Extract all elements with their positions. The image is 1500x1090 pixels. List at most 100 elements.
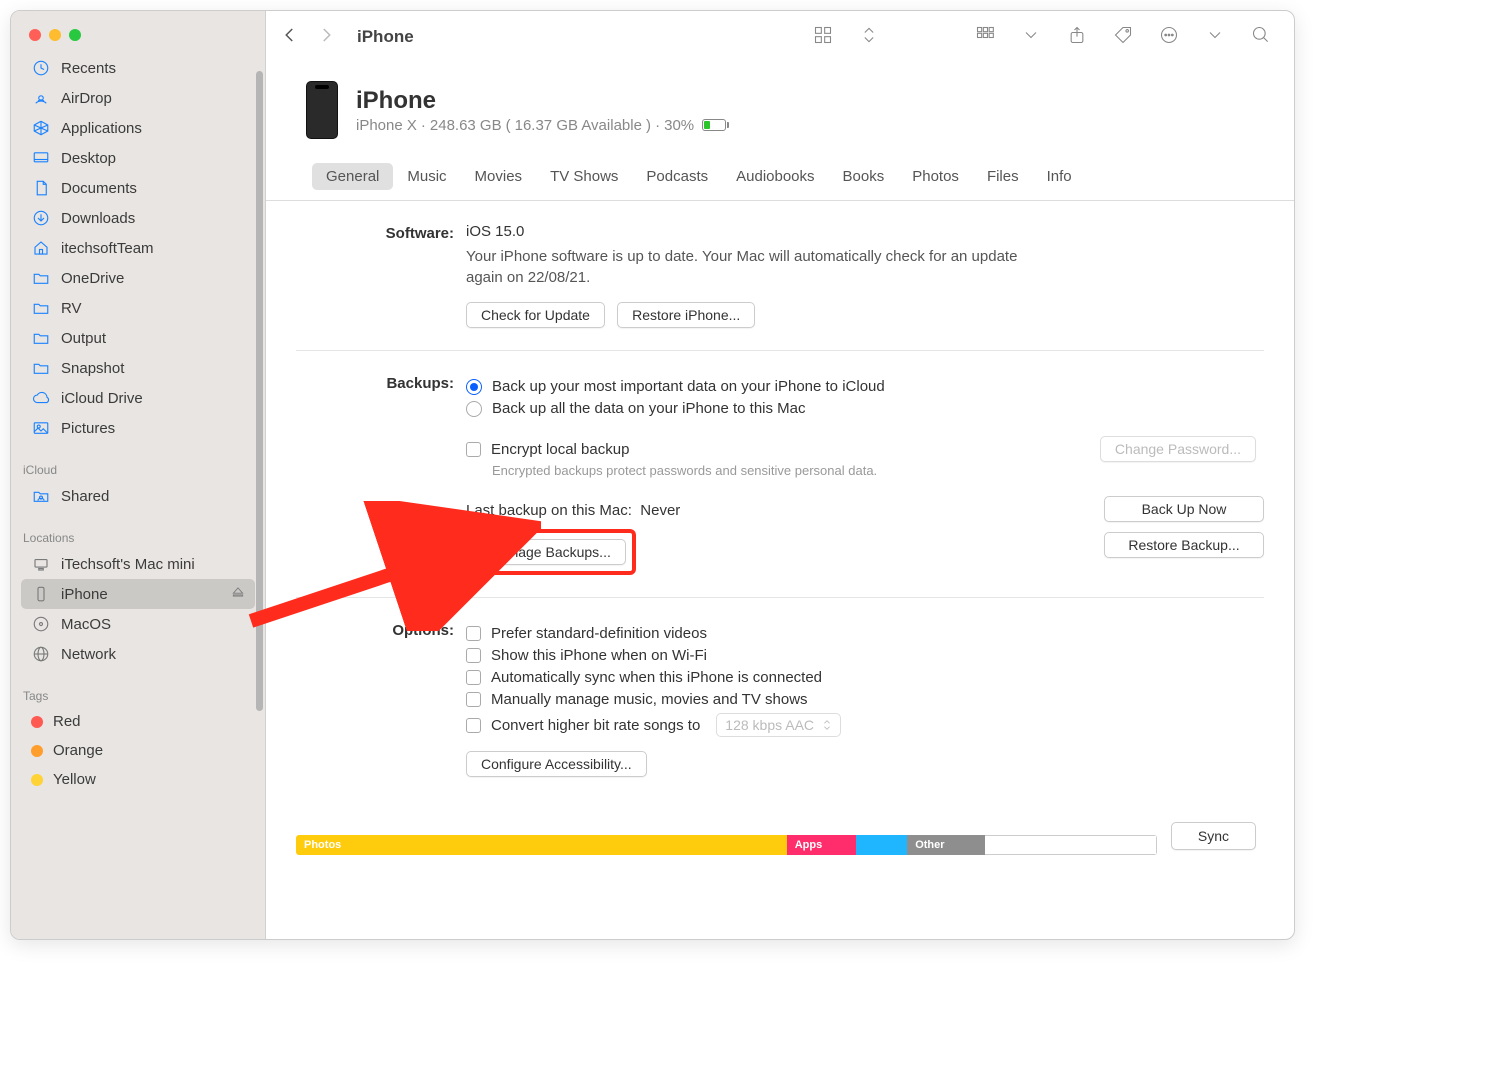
sidebar-item-network[interactable]: Network — [21, 639, 255, 669]
last-backup-text: Last backup on this Mac: Never — [466, 502, 1084, 519]
cloud-icon — [31, 389, 51, 407]
encrypt-checkbox[interactable]: Encrypt local backup — [466, 441, 1100, 458]
zoom-window-button[interactable] — [69, 29, 81, 41]
nav-forward-button[interactable] — [317, 26, 335, 47]
clock-icon — [31, 59, 51, 77]
tab-photos[interactable]: Photos — [898, 163, 973, 190]
software-version: iOS 15.0 — [466, 223, 1264, 240]
finder-window: Recents AirDrop Applications Desktop Documen… — [10, 10, 1295, 940]
tab-files[interactable]: Files — [973, 163, 1033, 190]
eject-icon[interactable] — [231, 585, 245, 603]
tab-general[interactable]: General — [312, 163, 393, 190]
disk-icon — [31, 615, 51, 633]
option-checkbox-0[interactable]: Prefer standard-definition videos — [466, 625, 1264, 642]
sidebar-item-output[interactable]: Output — [21, 323, 255, 353]
sidebar-item-macos[interactable]: MacOS — [21, 609, 255, 639]
checkbox-icon — [466, 626, 481, 641]
sidebar-item-snapshot[interactable]: Snapshot — [21, 353, 255, 383]
tag-red[interactable]: Red — [21, 707, 255, 736]
backup-now-button[interactable]: Back Up Now — [1104, 496, 1264, 522]
toolbar-title: iPhone — [357, 27, 414, 47]
device-subtitle: iPhone X · 248.63 GB (16.37 GB Available… — [356, 117, 729, 134]
sidebar-item-applications[interactable]: Applications — [21, 113, 255, 143]
sidebar-item-label: Recents — [61, 60, 116, 77]
phone-icon — [31, 585, 51, 603]
checkbox-icon — [466, 442, 481, 457]
tab-info[interactable]: Info — [1033, 163, 1086, 190]
chevron-down-icon[interactable] — [1013, 25, 1049, 48]
encrypt-hint: Encrypted backups protect passwords and … — [492, 463, 1100, 478]
sidebar-item-itechsoftteam[interactable]: itechsoftTeam — [21, 233, 255, 263]
sidebar-item-label: Output — [61, 330, 106, 347]
check-update-button[interactable]: Check for Update — [466, 302, 605, 328]
backups-label: Backups: — [296, 373, 466, 575]
sidebar-item-label: AirDrop — [61, 90, 112, 107]
nav-back-button[interactable] — [281, 26, 299, 47]
sidebar-item-downloads[interactable]: Downloads — [21, 203, 255, 233]
sidebar-item-rv[interactable]: RV — [21, 293, 255, 323]
apps-icon — [31, 119, 51, 137]
sidebar-item-itechsoft-s-mac-mini[interactable]: iTechsoft's Mac mini — [21, 549, 255, 579]
sidebar-item-recents[interactable]: Recents — [21, 53, 255, 83]
tag-yellow[interactable]: Yellow — [21, 765, 255, 794]
tab-podcasts[interactable]: Podcasts — [632, 163, 722, 190]
tab-movies[interactable]: Movies — [461, 163, 537, 190]
sidebar-item-label: Desktop — [61, 150, 116, 167]
sidebar-header-tags: Tags — [11, 679, 265, 707]
desktop-icon — [31, 149, 51, 167]
option-checkbox-3[interactable]: Manually manage music, movies and TV sho… — [466, 691, 1264, 708]
option-checkbox-1[interactable]: Show this iPhone when on Wi-Fi — [466, 647, 1264, 664]
chevron-down-icon[interactable] — [1197, 25, 1233, 48]
storage-segment — [985, 835, 1157, 855]
group-icon[interactable] — [967, 25, 1003, 48]
sidebar-item-label: OneDrive — [61, 270, 124, 287]
sidebar-item-label: Network — [61, 646, 116, 663]
tabs: GeneralMusicMoviesTV ShowsPodcastsAudiob… — [266, 157, 1294, 201]
sidebar-item-shared[interactable]: Shared — [21, 481, 255, 511]
sidebar-item-airdrop[interactable]: AirDrop — [21, 83, 255, 113]
tab-music[interactable]: Music — [393, 163, 460, 190]
radio-icon — [466, 401, 482, 417]
tag-icon[interactable] — [1105, 25, 1141, 48]
tab-tv-shows[interactable]: TV Shows — [536, 163, 632, 190]
sidebar-item-desktop[interactable]: Desktop — [21, 143, 255, 173]
mac-icon — [31, 555, 51, 573]
checkbox-icon — [466, 718, 481, 733]
sidebar-item-label: iTechsoft's Mac mini — [61, 556, 195, 573]
airdrop-icon — [31, 89, 51, 107]
configure-accessibility-button[interactable]: Configure Accessibility... — [466, 751, 647, 777]
option-checkbox-4[interactable]: Convert higher bit rate songs to128 kbps… — [466, 713, 1264, 737]
tag-orange[interactable]: Orange — [21, 736, 255, 765]
manage-backups-button[interactable]: Manage Backups... — [476, 539, 626, 565]
sidebar-item-icloud-drive[interactable]: iCloud Drive — [21, 383, 255, 413]
sidebar-scrollbar[interactable] — [256, 71, 263, 711]
sidebar-item-label: RV — [61, 300, 82, 317]
close-window-button[interactable] — [29, 29, 41, 41]
sidebar-header-icloud: iCloud — [11, 453, 265, 481]
backup-mac-radio[interactable]: Back up all the data on your iPhone to t… — [466, 400, 1264, 417]
sidebar-item-documents[interactable]: Documents — [21, 173, 255, 203]
tab-audiobooks[interactable]: Audiobooks — [722, 163, 828, 190]
sidebar-favorites: Recents AirDrop Applications Desktop Documen… — [11, 53, 265, 453]
backup-icloud-radio[interactable]: Back up your most important data on your… — [466, 378, 1264, 395]
sidebar-item-pictures[interactable]: Pictures — [21, 413, 255, 443]
tab-books[interactable]: Books — [829, 163, 899, 190]
option-checkbox-2[interactable]: Automatically sync when this iPhone is c… — [466, 669, 1264, 686]
storage-segment: Other — [907, 835, 984, 855]
sidebar-item-label: MacOS — [61, 616, 111, 633]
sidebar-item-iphone[interactable]: iPhone — [21, 579, 255, 609]
minimize-window-button[interactable] — [49, 29, 61, 41]
view-grid-icon[interactable] — [805, 25, 841, 48]
restore-iphone-button[interactable]: Restore iPhone... — [617, 302, 755, 328]
share-icon[interactable] — [1059, 25, 1095, 48]
storage-segment — [856, 835, 908, 855]
more-icon[interactable] — [1151, 25, 1187, 48]
sync-button[interactable]: Sync — [1171, 822, 1256, 850]
options-label: Options: — [296, 620, 466, 777]
updown-icon[interactable] — [851, 25, 887, 48]
sidebar-item-onedrive[interactable]: OneDrive — [21, 263, 255, 293]
home-icon — [31, 239, 51, 257]
bitrate-select[interactable]: 128 kbps AAC — [716, 713, 841, 737]
restore-backup-button[interactable]: Restore Backup... — [1104, 532, 1264, 558]
search-icon[interactable] — [1243, 25, 1279, 48]
